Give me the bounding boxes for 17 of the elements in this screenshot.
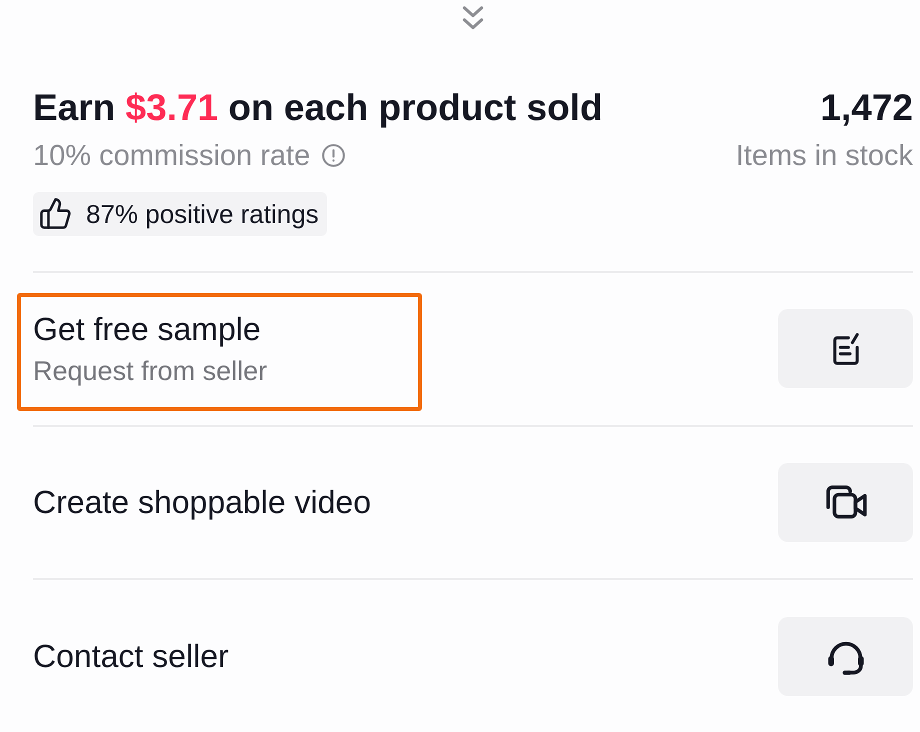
action-title: Create shoppable video xyxy=(33,483,372,522)
action-title: Get free sample xyxy=(33,310,261,348)
double-chevron-down-icon xyxy=(462,5,484,31)
ratings-text: 87% positive ratings xyxy=(86,198,319,230)
action-title: Contact seller xyxy=(33,637,229,676)
commission-rate: 10% commission rate xyxy=(33,138,310,173)
note-pencil-icon xyxy=(832,332,860,365)
action-subtitle: Request from seller xyxy=(33,354,268,387)
stock-count: 1,472 xyxy=(820,86,913,130)
thumbs-up-icon xyxy=(40,198,71,230)
earnings-headline: Earn $3.71 on each product sold xyxy=(33,86,603,130)
info-icon[interactable] xyxy=(322,144,346,168)
note-button[interactable] xyxy=(778,309,913,388)
video-button[interactable] xyxy=(778,462,913,542)
headset-button[interactable] xyxy=(778,616,913,696)
stock-label: Items in stock xyxy=(736,138,913,173)
video-camera-icon xyxy=(824,485,866,520)
